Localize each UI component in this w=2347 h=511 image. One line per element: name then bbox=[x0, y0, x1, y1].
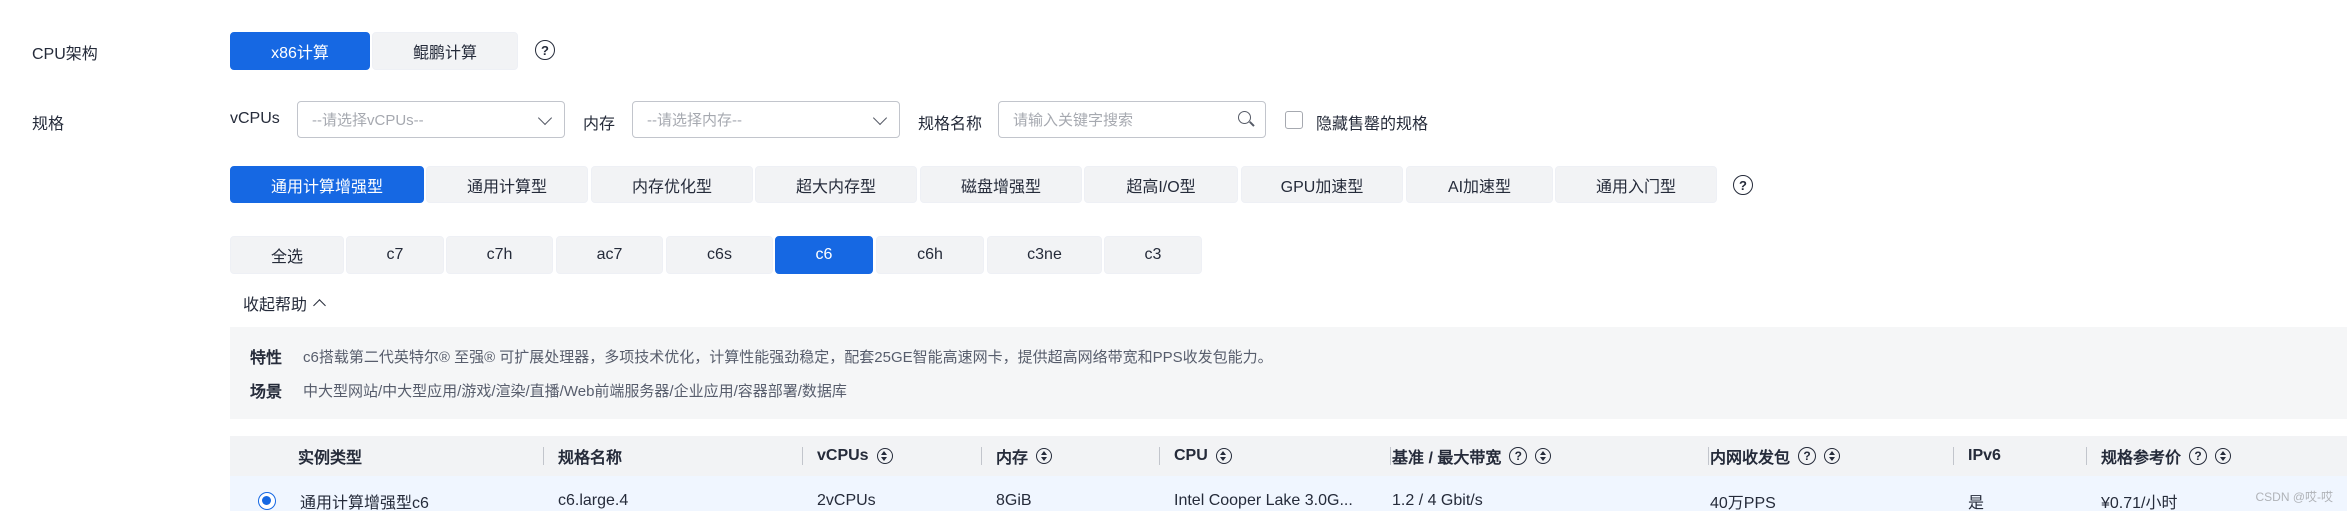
family-button[interactable]: c7 bbox=[346, 236, 444, 274]
help-icon[interactable]: ? bbox=[1509, 447, 1528, 465]
type-button[interactable]: 超高I/O型 bbox=[1084, 166, 1238, 203]
hide-soldout-checkbox[interactable] bbox=[1285, 111, 1303, 129]
cell-vcpus: 2vCPUs bbox=[817, 492, 876, 509]
help-scene-value: 中大型网站/中大型应用/游戏/渲染/直播/Web前端服务器/企业应用/容器部署/… bbox=[303, 382, 847, 400]
family-button[interactable]: c6 bbox=[775, 236, 873, 274]
help-panel: 特性 c6搭载第二代英特尔® 至强® 可扩展处理器，多项技术优化，计算性能强劲稳… bbox=[230, 327, 2347, 419]
type-button[interactable]: 通用入门型 bbox=[1555, 166, 1717, 203]
chevron-down-icon bbox=[537, 110, 553, 126]
sort-icon[interactable] bbox=[1824, 448, 1841, 464]
help-feature-value: c6搭载第二代英特尔® 至强® 可扩展处理器，多项技术优化，计算性能强劲稳定，配… bbox=[303, 348, 1273, 366]
table-row[interactable]: 通用计算增强型c6 c6.large.4 2vCPUs 8GiB Intel C… bbox=[230, 476, 2347, 511]
cell-pps: 40万PPS bbox=[1710, 495, 1776, 511]
col-header-memory[interactable]: 内存 bbox=[996, 436, 1053, 476]
sort-icon[interactable] bbox=[1535, 448, 1552, 464]
memory-label: 内存 bbox=[583, 116, 616, 133]
cpu-arch-help-icon[interactable]: ? bbox=[535, 40, 555, 60]
type-button[interactable]: GPU加速型 bbox=[1241, 166, 1403, 203]
chevron-up-icon bbox=[313, 299, 326, 312]
help-icon[interactable]: ? bbox=[1798, 447, 1817, 465]
search-icon[interactable] bbox=[1238, 111, 1255, 128]
watermark: CSDN @哎-哎 bbox=[2255, 490, 2333, 504]
collapse-help-toggle[interactable]: 收起帮助 bbox=[243, 291, 326, 315]
help-feature-row: 特性 c6搭载第二代英特尔® 至强® 可扩展处理器，多项技术优化，计算性能强劲稳… bbox=[250, 344, 1273, 368]
col-header-ipv6: IPv6 bbox=[1968, 447, 2001, 464]
spec-name-search-input[interactable]: 请输入关键字搜索 bbox=[998, 101, 1266, 138]
spec-name-search-placeholder: 请输入关键字搜索 bbox=[1013, 112, 1134, 129]
family-button[interactable]: c6h bbox=[876, 236, 984, 274]
cpu-arch-x86-button[interactable]: x86计算 bbox=[230, 32, 370, 70]
spec-label: 规格 bbox=[32, 116, 65, 133]
type-help-icon[interactable]: ? bbox=[1733, 175, 1753, 195]
sort-icon[interactable] bbox=[1036, 448, 1053, 464]
col-header-pps[interactable]: 内网收发包? bbox=[1710, 436, 1841, 476]
hide-soldout-label[interactable]: 隐藏售罄的规格 bbox=[1316, 110, 1428, 134]
cell-ipv6: 是 bbox=[1968, 495, 1985, 511]
cpu-arch-label: CPU架构 bbox=[32, 46, 98, 63]
type-button[interactable]: 超大内存型 bbox=[755, 166, 917, 203]
col-header-price[interactable]: 规格参考价? bbox=[2101, 436, 2232, 476]
vcpus-label: vCPUs bbox=[230, 110, 280, 127]
sort-icon[interactable] bbox=[2215, 448, 2232, 464]
vcpus-select-placeholder: --请选择vCPUs-- bbox=[312, 112, 424, 129]
family-button[interactable]: c3 bbox=[1104, 236, 1202, 274]
type-button[interactable]: 磁盘增强型 bbox=[920, 166, 1082, 203]
type-button[interactable]: 通用计算增强型 bbox=[230, 166, 424, 203]
family-button[interactable]: c7h bbox=[446, 236, 553, 274]
col-header-spec-name: 规格名称 bbox=[558, 450, 623, 467]
cpu-arch-kunpeng-button[interactable]: 鲲鹏计算 bbox=[372, 32, 518, 70]
sort-icon[interactable] bbox=[876, 448, 893, 464]
col-header-bandwidth[interactable]: 基准 / 最大带宽? bbox=[1392, 436, 1552, 476]
memory-select[interactable]: --请选择内存-- bbox=[632, 101, 900, 138]
family-button[interactable]: ac7 bbox=[556, 236, 663, 274]
cell-bandwidth: 1.2 / 4 Gbit/s bbox=[1392, 492, 1483, 509]
family-button[interactable]: c6s bbox=[666, 236, 773, 274]
row-select-radio[interactable] bbox=[258, 492, 276, 510]
help-scene-row: 场景 中大型网站/中大型应用/游戏/渲染/直播/Web前端服务器/企业应用/容器… bbox=[250, 378, 847, 402]
sort-icon[interactable] bbox=[1215, 448, 1232, 464]
cell-spec-name: c6.large.4 bbox=[558, 492, 629, 509]
col-header-vcpus[interactable]: vCPUs bbox=[817, 436, 893, 476]
col-header-instance-type: 实例类型 bbox=[298, 450, 363, 467]
cell-instance-type: 通用计算增强型c6 bbox=[300, 495, 429, 511]
spec-name-label: 规格名称 bbox=[918, 116, 983, 133]
table-header: 实例类型 规格名称 vCPUs 内存 CPU 基准 / 最大带宽? 内网收发包?… bbox=[230, 436, 2347, 476]
family-button[interactable]: c3ne bbox=[987, 236, 1102, 274]
cell-price: ¥0.71/小时 bbox=[2101, 495, 2178, 511]
col-header-cpu[interactable]: CPU bbox=[1174, 436, 1232, 476]
chevron-down-icon bbox=[872, 110, 888, 126]
collapse-help-label: 收起帮助 bbox=[243, 297, 308, 314]
help-icon[interactable]: ? bbox=[2189, 447, 2208, 465]
vcpus-select[interactable]: --请选择vCPUs-- bbox=[297, 101, 565, 138]
cell-cpu: Intel Cooper Lake 3.0G... bbox=[1174, 492, 1353, 509]
family-button[interactable]: 全选 bbox=[230, 236, 344, 274]
type-button[interactable]: 内存优化型 bbox=[591, 166, 753, 203]
help-scene-key: 场景 bbox=[250, 384, 283, 401]
type-button[interactable]: AI加速型 bbox=[1406, 166, 1553, 203]
memory-select-placeholder: --请选择内存-- bbox=[647, 112, 742, 129]
cell-memory: 8GiB bbox=[996, 492, 1032, 509]
help-feature-key: 特性 bbox=[250, 350, 283, 367]
type-button[interactable]: 通用计算型 bbox=[426, 166, 588, 203]
